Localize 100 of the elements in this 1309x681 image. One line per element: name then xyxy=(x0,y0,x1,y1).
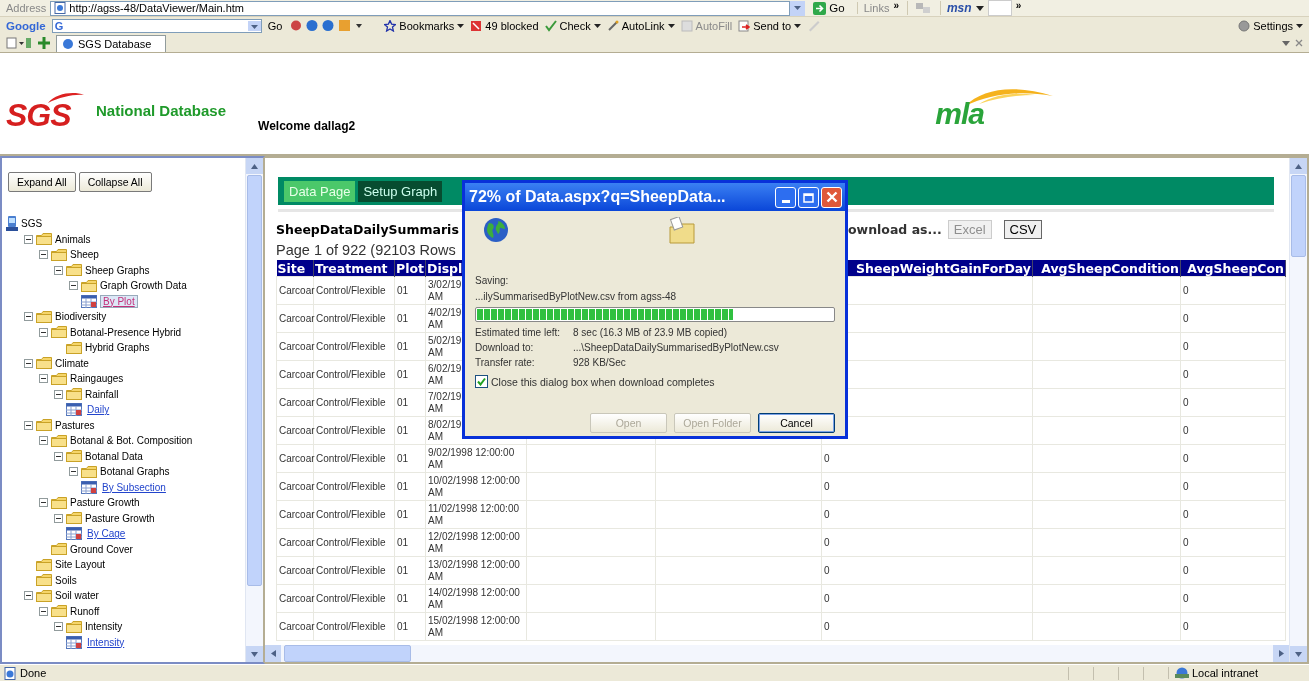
tree-button[interactable]: Collapse All xyxy=(78,172,152,192)
up-arrow-icon[interactable] xyxy=(1295,163,1302,169)
collapse-icon[interactable] xyxy=(54,451,63,461)
tree-item[interactable]: Botanal-Presence Hybrid xyxy=(70,326,182,338)
minimize-button[interactable] xyxy=(775,186,796,208)
page-tab[interactable]: Setup Graph xyxy=(358,180,443,202)
down-arrow-icon[interactable] xyxy=(1295,651,1302,657)
scroll-thumb[interactable] xyxy=(247,175,262,586)
close-icon[interactable] xyxy=(1295,39,1303,47)
tree-item[interactable]: Hybrid Graphs xyxy=(85,342,150,354)
tree-link[interactable]: By Subsection xyxy=(100,481,168,493)
collapse-icon[interactable] xyxy=(24,591,33,601)
up-arrow-icon[interactable] xyxy=(251,163,258,169)
add-icon[interactable] xyxy=(37,36,51,50)
collapse-icon[interactable] xyxy=(39,374,48,384)
tree-item[interactable]: Botanal Data xyxy=(85,450,143,462)
tree-link[interactable]: Intensity xyxy=(85,636,127,648)
tab-list-icon[interactable] xyxy=(6,37,32,49)
tree-item[interactable]: Pasture Growth xyxy=(85,512,155,524)
tree-link[interactable]: By Cage xyxy=(85,528,128,540)
caret-icon[interactable] xyxy=(1282,40,1290,46)
scroll-thumb[interactable] xyxy=(284,645,411,662)
tree-item[interactable]: Animals xyxy=(55,233,91,245)
tree-link[interactable]: Daily xyxy=(85,404,112,416)
dialog-button[interactable]: Cancel xyxy=(758,413,835,433)
scroll-thumb[interactable] xyxy=(1291,175,1306,257)
collapse-icon[interactable] xyxy=(39,606,48,616)
tree-button[interactable]: Expand All xyxy=(8,172,76,192)
column-header[interactable]: AvgSheepCondition xyxy=(1032,260,1181,277)
go-button[interactable]: Go xyxy=(267,19,283,32)
collapse-icon[interactable] xyxy=(54,622,63,632)
go-button[interactable]: Go xyxy=(809,1,849,15)
checkmark-icon xyxy=(477,377,486,386)
checkbox-label[interactable]: Close this dialog box when download completes xyxy=(491,375,715,388)
table-cell: 01 xyxy=(397,340,409,352)
column-header[interactable]: AvgSheepCon xyxy=(1180,260,1286,277)
tree-item[interactable]: Rainfall xyxy=(85,388,119,400)
tree-item[interactable]: Botanal Graphs xyxy=(100,466,170,478)
collapse-icon[interactable] xyxy=(39,327,48,337)
tree-item[interactable]: Ground Cover xyxy=(70,543,133,555)
search-field[interactable]: G xyxy=(51,18,262,33)
collapse-icon[interactable] xyxy=(39,436,48,446)
collapse-icon[interactable] xyxy=(24,312,33,322)
tree-item[interactable]: SGS xyxy=(21,218,43,230)
tree-item[interactable]: Sheep xyxy=(70,249,99,261)
collapse-icon[interactable] xyxy=(24,358,33,368)
toolbar-field[interactable] xyxy=(987,0,1012,16)
tree-item[interactable]: Soils xyxy=(55,574,77,586)
more-button[interactable]: » xyxy=(893,0,899,11)
toolbar-button[interactable]: Bookmarks xyxy=(384,19,465,32)
down-arrow-icon[interactable] xyxy=(251,651,258,657)
checkbox[interactable] xyxy=(475,375,488,388)
toolbar-button[interactable]: Send to xyxy=(738,19,802,32)
collapse-icon[interactable] xyxy=(39,498,48,508)
column-header[interactable]: Site xyxy=(276,260,314,277)
caret-icon xyxy=(1296,23,1303,28)
toolbar-button[interactable]: Check xyxy=(544,19,601,32)
tree-item[interactable]: Biodiversity xyxy=(55,311,107,323)
scroll-bar[interactable] xyxy=(1289,158,1307,662)
tree-item[interactable]: Runoff xyxy=(70,605,100,617)
collapse-icon[interactable] xyxy=(54,389,63,399)
settings-button[interactable]: Settings xyxy=(1238,19,1303,32)
tree-item[interactable]: Site Layout xyxy=(55,559,106,571)
page-info: Page 1 of 922 (92103 Rows xyxy=(276,241,457,260)
tree-item[interactable]: Pasture Growth xyxy=(70,497,140,509)
column-header[interactable]: Treatment xyxy=(313,260,395,277)
collapse-icon[interactable] xyxy=(69,281,78,291)
tree-item[interactable]: Pastures xyxy=(55,419,95,431)
table-cell: 10/02/1998 12:00:00 AM xyxy=(428,474,520,498)
tree-item[interactable]: Soil water xyxy=(55,590,99,602)
left-arrow-icon[interactable] xyxy=(270,650,276,657)
scroll-bar[interactable] xyxy=(245,158,263,662)
more-button[interactable]: » xyxy=(1015,0,1022,11)
address-field[interactable]: http://agss-48/DataViewer/Main.htm xyxy=(50,0,791,16)
collapse-icon[interactable] xyxy=(69,467,78,477)
collapse-icon[interactable] xyxy=(54,265,63,275)
tree-item[interactable]: Climate xyxy=(55,357,89,369)
collapse-icon[interactable] xyxy=(24,234,33,244)
tree-item[interactable]: Graph Growth Data xyxy=(100,280,187,292)
tree-item[interactable]: Raingauges xyxy=(70,373,124,385)
toolbar-button[interactable]: 49 blocked xyxy=(470,19,539,32)
collapse-icon[interactable] xyxy=(39,250,48,260)
tree-item[interactable]: Sheep Graphs xyxy=(85,264,150,276)
table-cell: 0 xyxy=(1183,396,1189,408)
maximize-button[interactable] xyxy=(798,186,819,208)
collapse-icon[interactable] xyxy=(24,420,33,430)
right-arrow-icon[interactable] xyxy=(1278,650,1284,657)
msn-logo[interactable]: msn xyxy=(939,1,972,15)
download-button[interactable]: CSV xyxy=(1003,219,1043,239)
browser-tab[interactable]: SGS Database xyxy=(56,35,167,52)
tree-item[interactable]: Intensity xyxy=(85,621,123,633)
tree-item[interactable]: Botanal & Bot. Composition xyxy=(70,435,193,447)
column-header[interactable]: Plot xyxy=(394,260,426,277)
toolbar-button[interactable]: AutoLink xyxy=(606,19,675,32)
tree-link[interactable]: By Plot xyxy=(100,294,138,308)
collapse-icon[interactable] xyxy=(54,513,63,523)
scroll-bar[interactable] xyxy=(265,645,1289,662)
dropdown-button[interactable] xyxy=(790,0,806,16)
close-button[interactable] xyxy=(821,186,842,208)
folder-icon xyxy=(51,605,67,618)
